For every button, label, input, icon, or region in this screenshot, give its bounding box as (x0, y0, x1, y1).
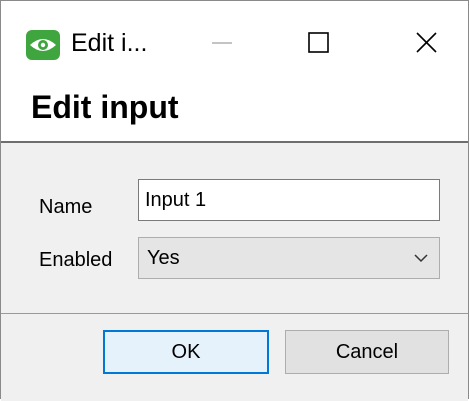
window-title: Edit i... (71, 29, 148, 57)
maximize-button[interactable] (279, 1, 375, 77)
page-title: Edit input (31, 89, 179, 125)
edit-input-dialog: Edit i... Edit input Name Enabled Yes (0, 0, 469, 401)
minimize-icon (212, 42, 232, 44)
minimize-button[interactable] (186, 1, 282, 77)
enabled-select[interactable]: Yes (138, 237, 440, 279)
close-icon (416, 32, 437, 53)
dialog-header: Edit input (1, 77, 468, 143)
title-bar[interactable]: Edit i... (1, 1, 468, 77)
ok-button[interactable]: OK (103, 330, 269, 374)
name-input[interactable] (138, 179, 440, 221)
button-bar: OK Cancel (1, 313, 468, 401)
form-area: Name Enabled Yes (1, 143, 468, 313)
enabled-label: Enabled (39, 249, 113, 271)
name-label: Name (39, 196, 93, 218)
enabled-select-value: Yes (147, 247, 180, 269)
maximize-icon (308, 32, 329, 53)
cancel-button[interactable]: Cancel (285, 330, 449, 374)
close-button[interactable] (373, 1, 469, 77)
chevron-down-icon (414, 254, 428, 263)
eye-icon (26, 30, 60, 60)
